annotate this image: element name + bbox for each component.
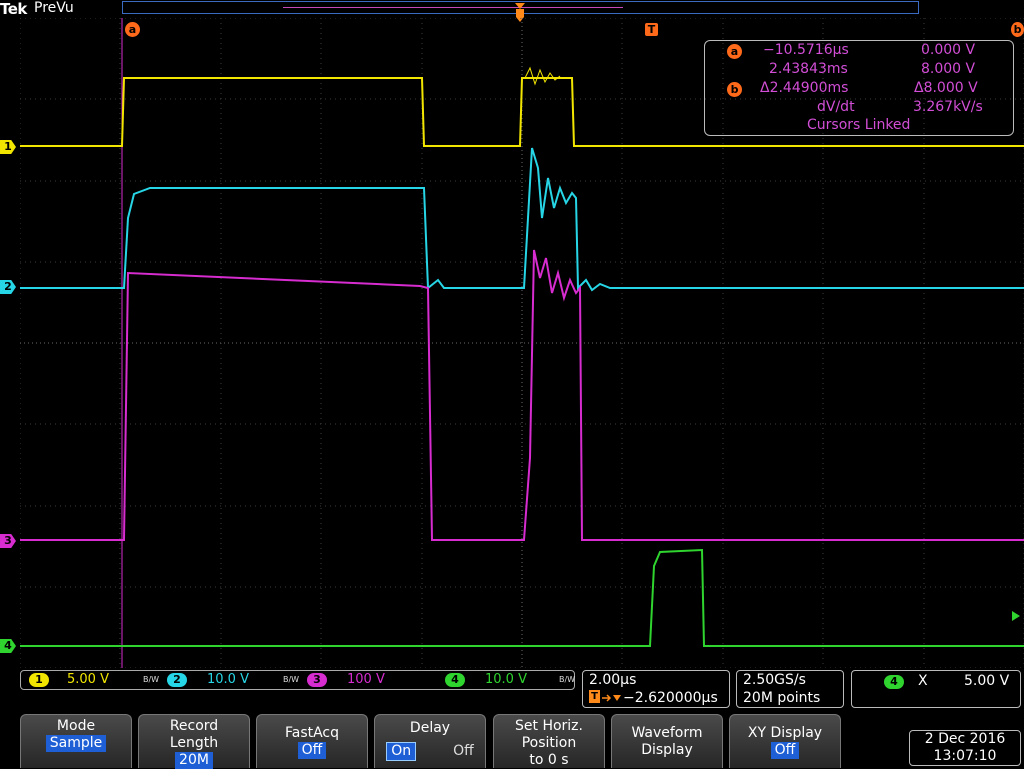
dvdt-value: 3.267kV/s: [913, 99, 983, 115]
set-horiz-label1: Set Horiz.: [515, 718, 583, 734]
ch2-scale[interactable]: 10.0 V: [207, 672, 249, 687]
trigger-readout-box[interactable]: 4 X 5.00 V: [851, 670, 1021, 708]
ch3-badge[interactable]: 3: [307, 673, 327, 687]
delay-on-option[interactable]: On: [386, 742, 417, 761]
ch4-badge[interactable]: 4: [445, 673, 465, 687]
trigger-position: −2.620000µs: [623, 690, 718, 706]
mode-button[interactable]: Mode Sample: [20, 714, 132, 768]
record-points: 20M points: [743, 690, 821, 706]
xy-display-value: Off: [770, 742, 800, 759]
set-horiz-label3: to 0 s: [529, 752, 569, 768]
ch4-bw-limit-icon: B/W: [559, 675, 576, 684]
top-status-bar: Tek PreVu: [0, 0, 1024, 22]
set-horiz-position-button[interactable]: Set Horiz. Position to 0 s: [493, 714, 605, 768]
record-length-value: 20M: [175, 752, 213, 769]
record-view-window: [283, 7, 623, 8]
ch1-bw-limit-icon: B/W: [143, 675, 160, 684]
ch4-ground-marker[interactable]: 4: [0, 639, 16, 653]
horizontal-scale: 2.00µs: [589, 672, 637, 688]
ch1-ground-marker[interactable]: 1: [0, 140, 16, 154]
dvdt-label: dV/dt: [817, 99, 855, 115]
ch1-badge[interactable]: 1: [29, 673, 49, 687]
fastacq-label: FastAcq: [284, 725, 340, 741]
readout-b-icon: b: [727, 82, 742, 97]
ch2-badge[interactable]: 2: [167, 673, 187, 687]
cursor-a-tag[interactable]: a: [125, 22, 140, 37]
delay-label: Delay: [409, 720, 451, 736]
ch4-trigger-level-icon[interactable]: [1009, 610, 1021, 622]
mode-label: Mode: [56, 718, 96, 734]
waveform-display-button[interactable]: Waveform Display: [611, 714, 723, 768]
cursor-b-time: 2.43843ms: [769, 61, 848, 77]
trigger-delay-arrow-icon: [602, 694, 621, 702]
horizontal-scale-box[interactable]: 2.00µs T −2.620000µs: [582, 670, 730, 708]
ch4-scale[interactable]: 10.0 V: [485, 672, 527, 687]
mode-value: Sample: [45, 735, 107, 752]
brand-logo: Tek: [0, 0, 27, 18]
time-label: 13:07:10: [933, 748, 997, 764]
trigger-time-tag[interactable]: T: [645, 23, 658, 36]
record-length-button[interactable]: Record Length 20M: [138, 714, 250, 769]
cursor-a-voltage: 0.000 V: [921, 42, 976, 58]
trigger-slope-label: X: [918, 673, 928, 689]
delay-button[interactable]: Delay On Off: [374, 714, 486, 768]
cursor-a-time: −10.5716µs: [763, 42, 849, 58]
date-label: 2 Dec 2016: [924, 731, 1006, 747]
acquisition-box[interactable]: 2.50GS/s 20M points: [736, 670, 844, 708]
cursors-linked-label: Cursors Linked: [807, 117, 911, 133]
ch3-scale[interactable]: 100 V: [347, 672, 385, 687]
set-horiz-label2: Position: [521, 735, 577, 751]
ch3-ground-marker[interactable]: 3: [0, 534, 16, 548]
waveform-display-label2: Display: [641, 742, 693, 758]
cursor-readout: a −10.5716µs 0.000 V 2.43843ms 8.000 V b…: [704, 40, 1014, 136]
waveform-display-label1: Waveform: [631, 725, 703, 741]
trigger-source-badge: 4: [884, 675, 904, 689]
cursor-delta-time: Δ2.44900ms: [760, 80, 849, 96]
readout-a-icon: a: [727, 44, 742, 59]
record-length-label1: Record: [169, 718, 219, 734]
fastacq-value: Off: [297, 742, 327, 759]
trigger-level: 5.00 V: [964, 673, 1010, 689]
xy-display-label: XY Display: [747, 725, 823, 741]
ch2-ground-marker[interactable]: 2: [0, 280, 16, 294]
record-length-label2: Length: [169, 735, 219, 751]
ch1-scale[interactable]: 5.00 V: [67, 672, 109, 687]
cursor-b-tag[interactable]: b: [1011, 22, 1024, 37]
xy-display-button[interactable]: XY Display Off: [729, 714, 841, 768]
date-time-box[interactable]: 2 Dec 2016 13:07:10: [909, 730, 1021, 766]
cursor-delta-voltage: Δ8.000 V: [914, 80, 978, 96]
fastacq-button[interactable]: FastAcq Off: [256, 714, 368, 768]
sample-rate: 2.50GS/s: [743, 672, 806, 688]
channel-scale-strip: 1 5.00 V B/W 2 10.0 V B/W 3 100 V 4 10.0…: [20, 670, 575, 690]
acquisition-mode-label: PreVu: [34, 0, 74, 16]
delay-off-option[interactable]: Off: [453, 743, 474, 759]
cursor-b-voltage: 8.000 V: [921, 61, 976, 77]
trigger-icon: T: [589, 690, 600, 703]
ch2-bw-limit-icon: B/W: [283, 675, 300, 684]
